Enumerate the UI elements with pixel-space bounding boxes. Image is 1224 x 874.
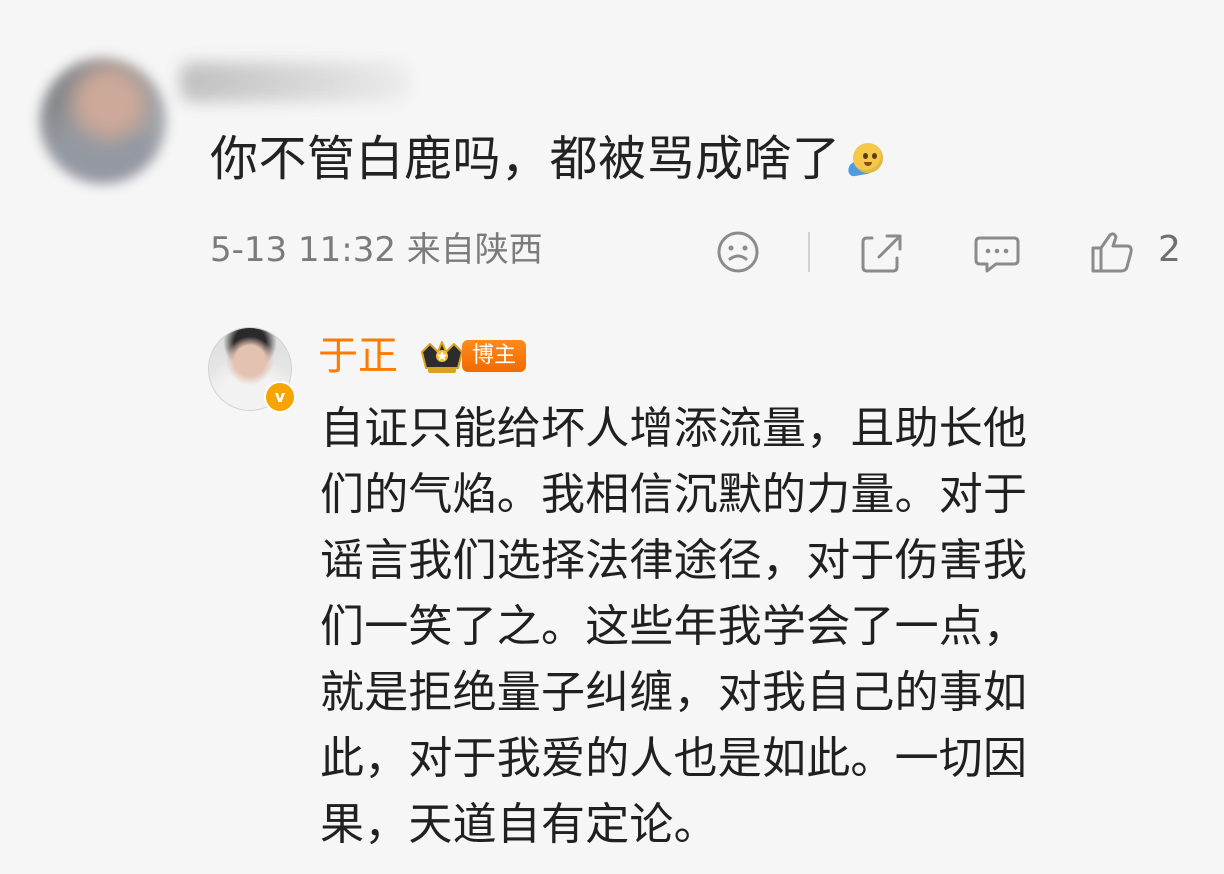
reply-line: 果，天道自有定论。 — [320, 799, 718, 850]
reply-line: 们的气焰。我相信沉默的力量。对于 — [320, 469, 1028, 520]
reply-line: 此，对于我爱的人也是如此。一切因 — [320, 733, 1028, 784]
reply-line: 谣言我们选择法律途径，对于伤害我 — [320, 535, 1028, 586]
sad-face-icon — [717, 231, 759, 273]
dislike-button[interactable] — [714, 228, 762, 276]
reply-text: 自证只能给坏人增添流量，且助长他 们的气焰。我相信沉默的力量。对于 谣言我们选择… — [320, 396, 1150, 858]
comment-button[interactable] — [972, 228, 1022, 276]
crown-icon — [421, 341, 463, 373]
like-button[interactable] — [1088, 228, 1138, 276]
reply-author[interactable]: 于正 — [318, 332, 398, 380]
like-count: 2 — [1158, 229, 1181, 270]
thumbs-up-icon — [1091, 232, 1133, 273]
action-divider — [808, 232, 810, 272]
share-button[interactable] — [858, 228, 908, 276]
comment-icon — [974, 236, 1020, 273]
comment-text-label: 你不管白鹿吗，都被骂成啥了 — [210, 131, 841, 187]
comment-meta: 5-13 11:32 来自陕西 — [210, 230, 543, 270]
comment-username-blurred[interactable] — [180, 62, 410, 102]
reply-line: 们一笑了之。这些年我学会了一点， — [320, 601, 1028, 652]
blogger-badge: 博主 — [462, 340, 527, 372]
comment-avatar[interactable] — [40, 58, 166, 184]
comment-text: 你不管白鹿吗，都被骂成啥了 — [210, 130, 891, 188]
verified-badge-icon: v — [264, 381, 296, 413]
reply-line: 就是拒绝量子纠缠，对我自己的事如 — [320, 667, 1028, 718]
reply-line: 自证只能给坏人增添流量，且助长他 — [320, 403, 1028, 454]
share-icon — [861, 234, 902, 273]
facepalm-emoji-icon — [846, 137, 891, 181]
